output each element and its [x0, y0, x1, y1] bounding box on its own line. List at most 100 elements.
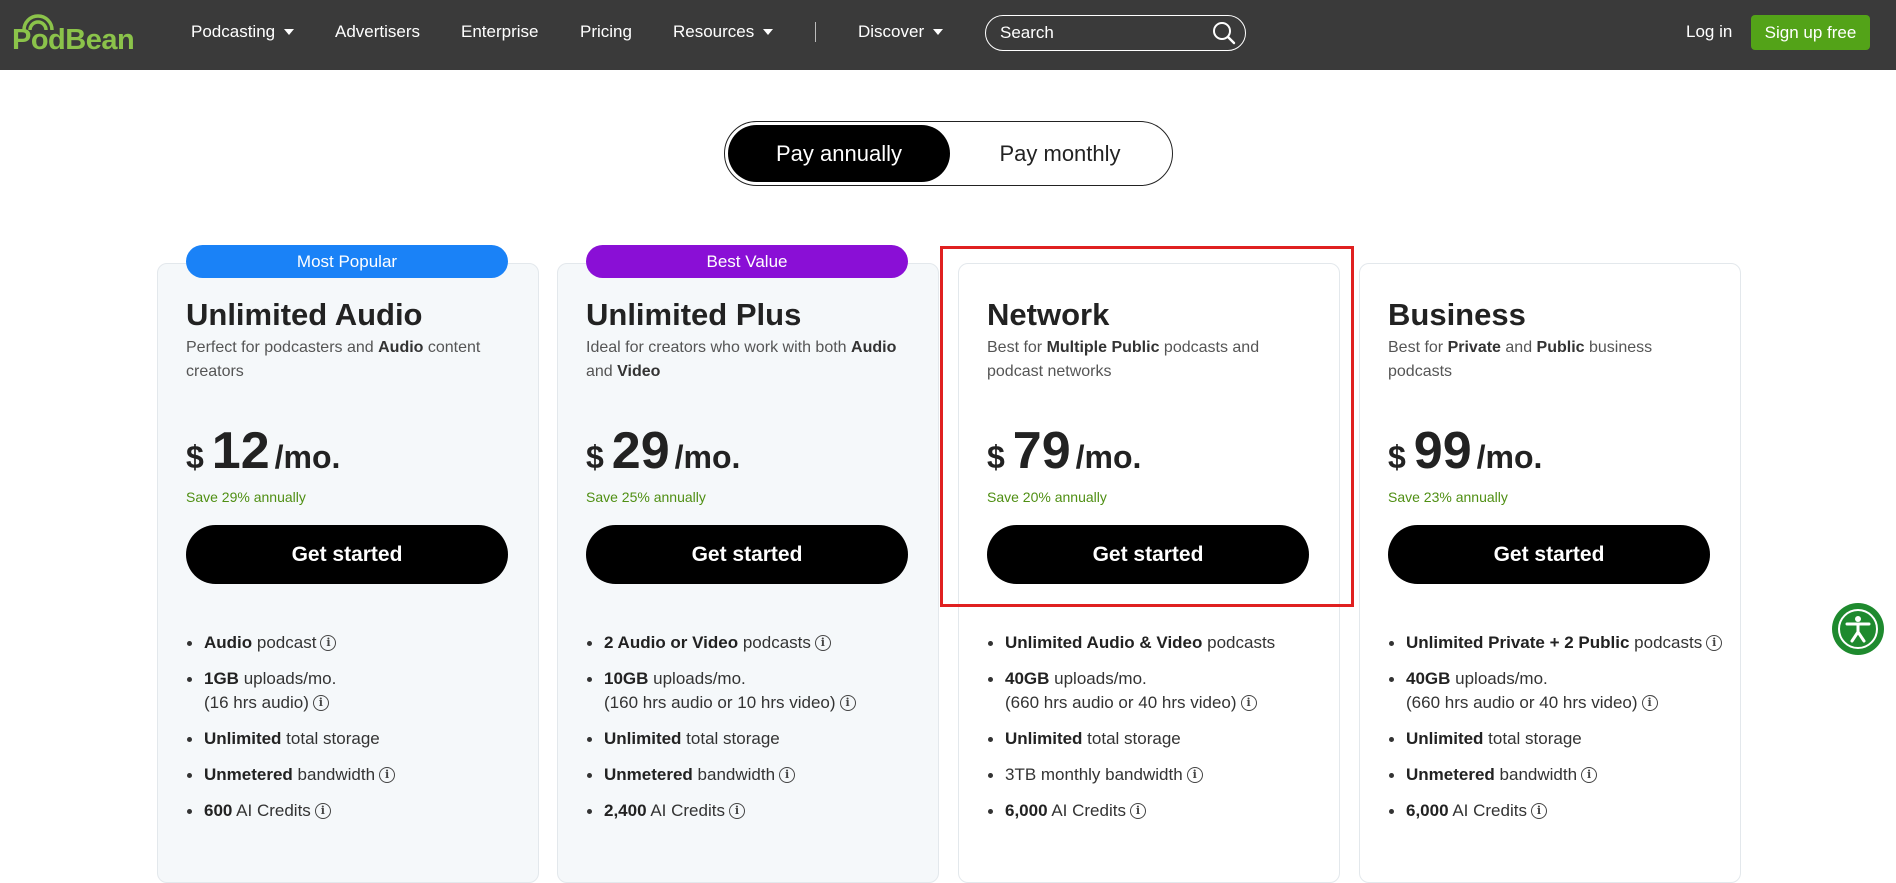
feature-text: bandwidth — [692, 765, 776, 784]
feature-list: Audio podcast i 1GB uploads/mo. (16 hrs aud… — [184, 631, 544, 835]
plan-description-text: Audio — [378, 339, 424, 356]
feature-text: uploads/mo. — [648, 669, 746, 688]
info-icon[interactable]: i — [1581, 766, 1598, 783]
feature-item: 40GB uploads/mo. (660 hrs audio or 40 hrs… — [1386, 667, 1746, 715]
feature-item: 10GB uploads/mo. (160 hrs audio or 10 hrs… — [584, 667, 944, 715]
feature-list: 2 Audio or Video podcasts i 10GB uploads/m… — [584, 631, 944, 835]
feature-text: uploads/mo. — [1049, 669, 1147, 688]
feature-item: Unlimited total storage — [1386, 727, 1746, 751]
nav-enterprise-label: Enterprise — [461, 22, 539, 41]
info-icon[interactable]: i — [1641, 694, 1658, 711]
feature-text: (660 hrs audio or 40 hrs video) — [1406, 693, 1638, 712]
nav-resources-label: Resources — [673, 22, 755, 41]
feature-item: Unlimited total storage — [584, 727, 944, 751]
logo-text: PodBean — [12, 24, 135, 56]
login-link[interactable]: Log in — [1686, 0, 1732, 64]
feature-item: 2 Audio or Video podcasts i — [584, 631, 944, 655]
search-input[interactable] — [1000, 16, 1200, 49]
info-icon[interactable]: i — [320, 634, 337, 651]
feature-text: 40GB — [1005, 669, 1050, 688]
feature-text: total storage — [1483, 729, 1582, 748]
feature-item: 40GB uploads/mo. (660 hrs audio or 40 hrs… — [985, 667, 1345, 715]
plan-description-text: Video — [617, 363, 661, 380]
feature-item: Unlimited Audio & Video podcasts — [985, 631, 1345, 655]
pay-annually-option[interactable]: Pay annually — [728, 125, 950, 182]
feature-text: uploads/mo. — [238, 669, 337, 688]
pay-monthly-option[interactable]: Pay monthly — [950, 125, 1170, 182]
feature-list: Unlimited Audio & Video podcasts 40GB upl… — [985, 631, 1345, 835]
plan-description: Perfect for podcasters and Audio content… — [186, 336, 508, 384]
feature-item: Audio podcast i — [184, 631, 544, 655]
info-icon[interactable]: i — [779, 766, 796, 783]
price-currency: $ — [186, 439, 204, 475]
feature-text: 6,000 — [1005, 801, 1048, 820]
savings-note: Save 25% annually — [586, 489, 706, 505]
info-icon[interactable]: i — [1186, 766, 1203, 783]
nav-podcasting[interactable]: Podcasting — [191, 0, 295, 64]
nav-discover[interactable]: Discover — [858, 0, 944, 64]
feature-text: Unmetered — [604, 765, 693, 784]
feature-text: podcasts — [738, 633, 811, 652]
nav-resources[interactable]: Resources — [673, 0, 774, 64]
info-icon[interactable]: i — [839, 694, 856, 711]
savings-note: Save 29% annually — [186, 489, 306, 505]
nav-advertisers[interactable]: Advertisers — [335, 0, 420, 64]
feature-text: Unlimited — [1406, 729, 1484, 748]
plan-description-text: and — [586, 363, 618, 380]
feature-text: total storage — [681, 729, 780, 748]
accessibility-button[interactable] — [1832, 603, 1884, 655]
feature-text: bandwidth — [1494, 765, 1578, 784]
feature-text: podcasts — [1629, 633, 1703, 652]
accessibility-icon — [1838, 609, 1878, 649]
plan-description-text: Public — [1536, 339, 1585, 356]
nav-enterprise[interactable]: Enterprise — [461, 0, 538, 64]
feature-text: (660 hrs audio or 40 hrs video) — [1005, 693, 1237, 712]
chevron-down-icon — [933, 28, 944, 35]
plan-title: Business — [1388, 297, 1526, 332]
info-icon[interactable]: i — [1240, 694, 1257, 711]
nav-divider — [815, 22, 816, 42]
info-icon[interactable]: i — [314, 802, 331, 819]
plan-price: $29/mo. — [586, 421, 740, 481]
feature-text: total storage — [281, 729, 380, 748]
price-currency: $ — [586, 439, 604, 475]
selection-highlight-box — [940, 246, 1354, 607]
info-icon[interactable]: i — [1129, 802, 1146, 819]
top-navbar: PodBean Podcasting Advertisers Enterpris… — [0, 0, 1896, 70]
plan-description: Best for Private and Public business pod… — [1388, 336, 1710, 384]
feature-list: Unlimited Private + 2 Public podcasts i 40… — [1386, 631, 1746, 835]
feature-text: AI Credits — [646, 801, 725, 820]
savings-note: Save 23% annually — [1388, 489, 1508, 505]
feature-item: 600 AI Credits i — [184, 799, 544, 823]
info-icon[interactable]: i — [312, 694, 329, 711]
info-icon[interactable]: i — [379, 766, 396, 783]
feature-item: 6,000 AI Credits i — [1386, 799, 1746, 823]
info-icon[interactable]: i — [1530, 802, 1547, 819]
get-started-button[interactable]: Get started — [1388, 525, 1710, 584]
info-icon[interactable]: i — [728, 802, 745, 819]
chevron-down-icon — [763, 28, 774, 35]
feature-item: Unlimited Private + 2 Public podcasts i — [1386, 631, 1746, 655]
nav-pricing[interactable]: Pricing — [580, 0, 632, 64]
price-period: /mo. — [1476, 439, 1543, 475]
feature-text: Unlimited — [204, 729, 282, 748]
feature-text: AI Credits — [1047, 801, 1126, 820]
search-box — [985, 15, 1246, 51]
feature-text: bandwidth — [292, 765, 376, 784]
price-period: /mo. — [274, 439, 341, 475]
feature-item: 3TB monthly bandwidth i — [985, 763, 1345, 787]
info-icon[interactable]: i — [1706, 634, 1723, 651]
feature-item: 1GB uploads/mo. (16 hrs audio) i — [184, 667, 544, 715]
price-amount: 12 — [211, 422, 270, 480]
feature-text: uploads/mo. — [1450, 669, 1548, 688]
podbean-logo[interactable]: PodBean — [12, 8, 142, 58]
get-started-button[interactable]: Get started — [586, 525, 908, 584]
feature-item: Unlimited total storage — [985, 727, 1345, 751]
billing-toggle: Pay annually Pay monthly — [724, 121, 1173, 186]
feature-text: Audio — [204, 633, 253, 652]
info-icon[interactable]: i — [814, 634, 831, 651]
get-started-button[interactable]: Get started — [186, 525, 508, 584]
nav-podcasting-label: Podcasting — [191, 22, 276, 41]
search-icon[interactable] — [1211, 20, 1237, 46]
signup-button[interactable]: Sign up free — [1751, 15, 1870, 50]
